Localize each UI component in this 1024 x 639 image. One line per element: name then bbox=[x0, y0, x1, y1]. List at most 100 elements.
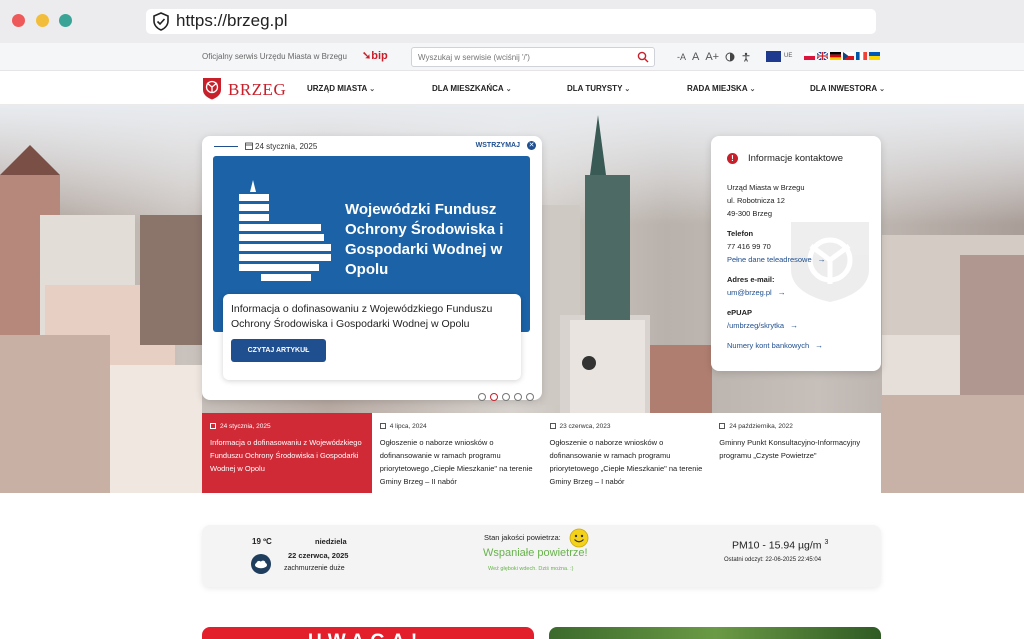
browser-chrome: https://brzeg.pl bbox=[0, 0, 1024, 43]
slider-dot-4[interactable] bbox=[514, 393, 522, 401]
arrow-right-icon: → bbox=[815, 341, 824, 350]
maximize-window-button[interactable] bbox=[59, 14, 72, 27]
news-date-text: 24 stycznia, 2025 bbox=[220, 423, 271, 430]
font-normal-button[interactable]: A bbox=[692, 51, 699, 63]
full-contact-link[interactable]: Pełne dane teleadresowe → bbox=[727, 255, 826, 264]
last-reading-time: Ostatni odczyt: 22-06-2025 22:45:04 bbox=[724, 557, 822, 563]
brzeg-logo-icon[interactable] bbox=[202, 77, 222, 100]
news-item[interactable]: 4 lipca, 2024 Ogłoszenie o naborze wnios… bbox=[371, 413, 542, 493]
news-title: Gminny Punkt Konsultacyjno-Informacyjny … bbox=[719, 438, 861, 460]
shield-check-icon bbox=[153, 12, 169, 31]
news-title: Informacja o dofinasowaniu z Wojewódzkie… bbox=[210, 438, 362, 473]
flag-gb-icon[interactable] bbox=[817, 52, 828, 60]
website: Oficjalny serwis Urzędu Miasta w Brzegu … bbox=[0, 43, 1024, 639]
minimize-window-button[interactable] bbox=[36, 14, 49, 27]
nav-item-rada-miejska[interactable]: RADA MIEJSKA ⌄ bbox=[687, 84, 755, 93]
full-contact-link-label: Pełne dane teleadresowe bbox=[727, 255, 812, 264]
flag-cz-icon[interactable] bbox=[843, 52, 854, 60]
close-window-button[interactable] bbox=[12, 14, 25, 27]
nav-item-dla-inwestora[interactable]: DLA INWESTORA ⌄ bbox=[810, 84, 885, 93]
cloud-icon bbox=[251, 554, 271, 574]
temperature: 19 ºC bbox=[252, 537, 272, 546]
alert-text: UWAGA! bbox=[308, 631, 423, 639]
contrast-icon[interactable] bbox=[725, 52, 735, 62]
phone-label: Telefon bbox=[727, 229, 754, 238]
slide-divider bbox=[214, 146, 238, 147]
nature-photo-tile[interactable] bbox=[549, 627, 881, 639]
font-smaller-button[interactable]: -A bbox=[677, 52, 686, 62]
accessibility-controls: -A A A+ bbox=[677, 51, 751, 63]
calendar-icon bbox=[210, 423, 216, 429]
accessibility-icon[interactable] bbox=[741, 52, 751, 62]
bank-accounts-link-label: Numery kont bankowych bbox=[727, 341, 810, 350]
address-bar[interactable]: https://brzeg.pl bbox=[146, 9, 876, 34]
email-label: Adres e-mail: bbox=[727, 275, 775, 284]
utility-bar: Oficjalny serwis Urzędu Miasta w Brzegu … bbox=[0, 43, 1024, 71]
nav-label: URZĄD MIASTA bbox=[307, 84, 368, 93]
alert-banner[interactable]: UWAGA! bbox=[202, 627, 534, 639]
banner-title: Wojewódzki Fundusz Ochrony Środowiska i … bbox=[345, 201, 504, 278]
news-item[interactable]: 24 stycznia, 2025 Informacja o dofinasow… bbox=[202, 413, 372, 493]
hero-section: 24 stycznia, 2025 WSTRZYMAJ ✕ Wojewódzki… bbox=[0, 105, 1024, 493]
slide-caption-title[interactable]: Informacja o dofinasowaniu z Wojewódzkie… bbox=[231, 302, 515, 332]
calendar-icon bbox=[379, 423, 386, 429]
flag-ua-icon[interactable] bbox=[869, 52, 880, 60]
weather-air-quality-panel: 19 ºC niedziela 22 czerwca, 2025 zachmur… bbox=[202, 525, 881, 587]
weather-day: niedziela bbox=[315, 537, 347, 546]
news-date: 24 stycznia, 2025 bbox=[210, 423, 271, 430]
air-quality-label: Stan jakości powietrza: bbox=[484, 533, 561, 542]
news-strip: 24 stycznia, 2025 Informacja o dofinasow… bbox=[202, 413, 881, 493]
epuap-label: ePUAP bbox=[727, 308, 753, 317]
email-link[interactable]: um@brzeg.pl → bbox=[727, 288, 786, 297]
contact-org: Urząd Miasta w Brzegu bbox=[727, 183, 805, 192]
slide-date: 24 stycznia, 2025 bbox=[255, 142, 318, 151]
news-date: 24 października, 2022 bbox=[719, 423, 793, 430]
email-link-label: um@brzeg.pl bbox=[727, 288, 772, 297]
phone-number[interactable]: 77 416 99 70 bbox=[727, 242, 771, 251]
news-item[interactable]: 24 października, 2022 Gminny Punkt Konsu… bbox=[711, 413, 881, 493]
eu-flag-icon[interactable] bbox=[766, 51, 781, 62]
chevron-down-icon: ⌄ bbox=[749, 86, 756, 93]
flag-fr-icon[interactable] bbox=[856, 52, 867, 60]
pause-slider-button[interactable]: WSTRZYMAJ bbox=[476, 142, 520, 149]
news-item[interactable]: 23 czerwca, 2023 Ogłoszenie o naborze wn… bbox=[541, 413, 712, 493]
contact-title: Informacje kontaktowe bbox=[748, 153, 844, 164]
arrow-right-icon: → bbox=[817, 255, 826, 264]
nav-label: DLA MIESZKAŃCA bbox=[432, 84, 504, 93]
nav-item-dla-turysty[interactable]: DLA TURYSTY ⌄ bbox=[567, 84, 630, 93]
flag-de-icon[interactable] bbox=[830, 52, 841, 60]
news-date-text: 4 lipca, 2024 bbox=[389, 423, 427, 430]
chevron-down-icon: ⌄ bbox=[505, 86, 512, 93]
close-circle-icon[interactable]: ✕ bbox=[527, 141, 536, 150]
font-bigger-button[interactable]: A+ bbox=[705, 51, 719, 63]
pm10-value: PM10 - 15.94 µg/m bbox=[732, 539, 822, 552]
info-icon: ! bbox=[727, 153, 738, 164]
read-article-button[interactable]: CZYTAJ ARTYKUŁ bbox=[231, 339, 326, 362]
calendar-icon bbox=[549, 423, 556, 429]
pm10-unit-sup: 3 bbox=[824, 539, 829, 546]
nav-item-urzad-miasta[interactable]: URZĄD MIASTA ⌄ bbox=[307, 84, 375, 93]
bank-accounts-link[interactable]: Numery kont bankowych → bbox=[727, 341, 823, 350]
air-quality-subtext: Weź głęboki wdech. Dziś można. :) bbox=[488, 566, 574, 572]
arrow-right-icon: → bbox=[790, 321, 799, 330]
search-icon[interactable] bbox=[637, 51, 649, 63]
air-quality-value: Wspaniałe powietrze! bbox=[483, 547, 588, 559]
calendar-icon bbox=[245, 142, 253, 150]
search-box bbox=[411, 47, 655, 67]
epuap-link[interactable]: /umbrzeg/skrytka → bbox=[727, 321, 798, 330]
slide-caption-box: Informacja o dofinasowaniu z Wojewódzkie… bbox=[223, 294, 521, 380]
flag-pl-icon[interactable] bbox=[804, 52, 815, 60]
news-date-text: 23 czerwca, 2023 bbox=[559, 423, 611, 430]
slider-dot-5[interactable] bbox=[526, 393, 534, 401]
news-date-text: 24 października, 2022 bbox=[729, 423, 793, 430]
logo-text[interactable]: BRZEG bbox=[228, 80, 286, 100]
bip-label: bip bbox=[371, 50, 388, 62]
slider-dot-3[interactable] bbox=[502, 393, 510, 401]
nav-item-dla-mieszkanca[interactable]: DLA MIESZKAŃCA ⌄ bbox=[432, 84, 512, 93]
slider-dot-2[interactable] bbox=[490, 393, 498, 401]
featured-slide-card: 24 stycznia, 2025 WSTRZYMAJ ✕ Wojewódzki… bbox=[202, 136, 542, 400]
bip-link[interactable]: ➘bip bbox=[362, 49, 388, 62]
ue-label: UE bbox=[784, 53, 793, 59]
slider-dot-1[interactable] bbox=[478, 393, 486, 401]
search-input[interactable] bbox=[418, 51, 630, 63]
